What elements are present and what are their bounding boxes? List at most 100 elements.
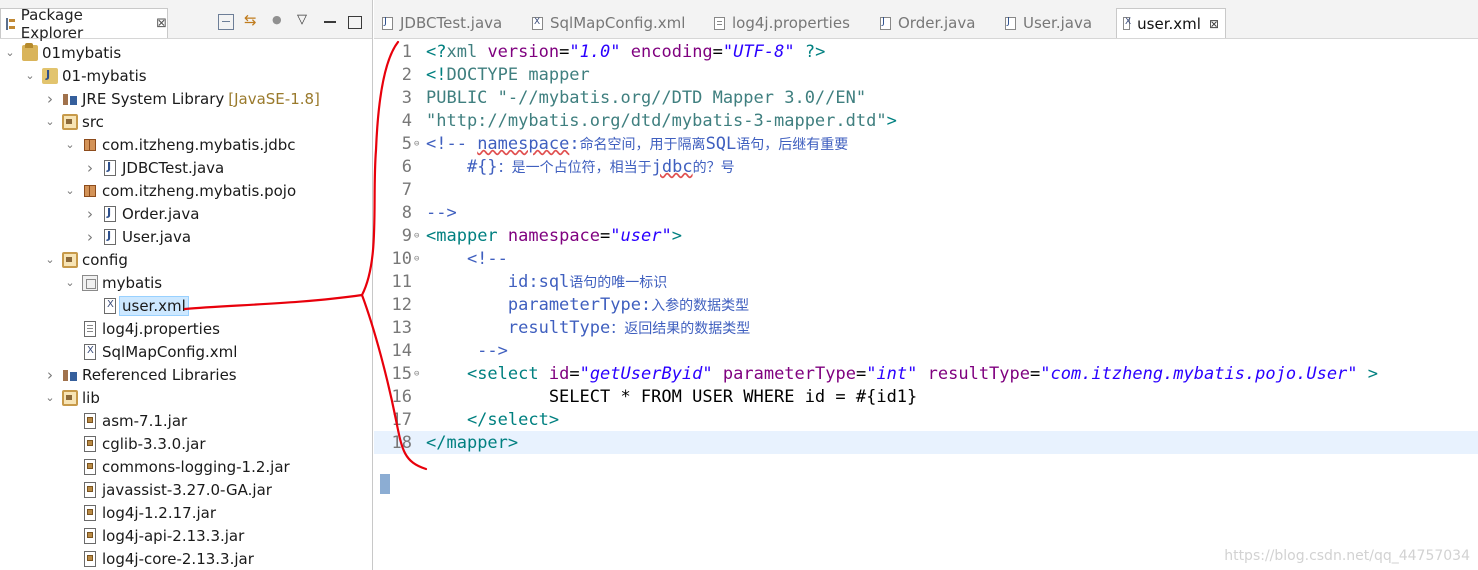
minimize-icon[interactable] xyxy=(322,14,338,30)
tree-item[interactable]: ⌄ 01-mybatis xyxy=(0,64,396,87)
chevron-right-icon[interactable]: › xyxy=(44,366,56,384)
fold-icon[interactable]: ⊖ xyxy=(414,369,426,379)
code-line[interactable]: 13 resultType：返回结果的数据类型 xyxy=(374,316,1478,339)
chevron-down-icon[interactable]: ⌄ xyxy=(44,391,56,404)
code-token: select xyxy=(487,409,549,430)
chevron-right-icon[interactable]: › xyxy=(84,205,96,223)
code-text: <!-- namespace:命名空间，用于隔离SQL语句，后继有重要 xyxy=(426,134,848,154)
tree-item[interactable]: javassist-3.27.0-GA.jar xyxy=(0,478,436,501)
code-token: "http://mybatis.org/dtd/mybatis-3-mapper… xyxy=(426,110,887,131)
code-token: id xyxy=(548,363,570,384)
code-line[interactable]: 6 #{}：是一个占位符，相当于jdbc的？号 xyxy=(374,155,1478,178)
editor-tab-label: JDBCTest.java xyxy=(400,14,503,32)
tree-item[interactable]: log4j.properties xyxy=(0,317,436,340)
code-line[interactable]: 1 <?xml version="1.0" encoding="UTF-8" ?> xyxy=(374,40,1478,63)
tree-item[interactable]: asm-7.1.jar xyxy=(0,409,436,432)
chevron-down-icon[interactable]: ⌄ xyxy=(44,115,56,128)
code-token: ：返回结果的数据类型 xyxy=(610,320,751,337)
code-line[interactable]: 17 </select> xyxy=(374,408,1478,431)
editor-tab[interactable]: log4j.properties xyxy=(708,8,872,38)
tree-item[interactable]: ⌄ src xyxy=(0,110,416,133)
code-line[interactable]: 5 ⊖ <!-- namespace:命名空间，用于隔离SQL语句，后继有重要 xyxy=(374,132,1478,155)
code-token: < xyxy=(426,363,478,384)
close-icon[interactable]: ⊠ xyxy=(156,16,167,31)
tree-item[interactable]: ⌄ 01mybatis xyxy=(0,41,376,64)
line-number: 8 xyxy=(401,202,412,223)
java-file-icon xyxy=(382,16,393,30)
chevron-right-icon[interactable]: › xyxy=(84,228,96,246)
code-line[interactable]: 18 </mapper> xyxy=(374,431,1478,454)
code-text: <!DOCTYPE mapper xyxy=(426,65,590,85)
code-line[interactable]: 11 id:sql语句的唯一标识 xyxy=(374,270,1478,293)
tree-item[interactable]: SqlMapConfig.xml xyxy=(0,340,436,363)
package-icon xyxy=(82,137,98,153)
code-token: "-//mybatis.org//DTD Mapper 3.0//EN" xyxy=(497,87,867,108)
editor-tab[interactable]: Order.java xyxy=(874,8,997,38)
chevron-right-icon[interactable]: › xyxy=(84,159,96,177)
line-number: 11 xyxy=(391,271,412,292)
code-line[interactable]: 12 parameterType:入参的数据类型 xyxy=(374,293,1478,316)
code-text: id:sql语句的唯一标识 xyxy=(426,272,667,292)
tree-item[interactable]: log4j-core-2.13.3.jar xyxy=(0,547,436,570)
collapse-all-icon[interactable] xyxy=(218,14,234,30)
line-number: 13 xyxy=(391,317,412,338)
package-explorer-title: Package Explorer xyxy=(20,5,84,42)
package-explorer-tab[interactable]: Package Explorer ⊠ xyxy=(0,6,168,42)
editor-tab[interactable]: SqlMapConfig.xml xyxy=(526,8,706,38)
code-token: "com.itzheng.mybatis.pojo.User" xyxy=(1040,363,1358,384)
tree-item[interactable]: ⌄ lib xyxy=(0,386,416,409)
editor-tab[interactable]: JDBCTest.java xyxy=(376,8,524,38)
code-token: <!-- xyxy=(426,133,478,154)
code-editor[interactable]: 1 <?xml version="1.0" encoding="UTF-8" ?>… xyxy=(374,40,1478,570)
line-number: 1 xyxy=(401,41,412,62)
fold-icon[interactable]: ⊖ xyxy=(414,231,426,241)
chevron-down-icon[interactable]: ⌄ xyxy=(44,253,56,266)
code-line[interactable]: 2 <!DOCTYPE mapper xyxy=(374,63,1478,86)
code-line[interactable]: 8 --> xyxy=(374,201,1478,224)
fold-icon[interactable]: ⊖ xyxy=(414,254,426,264)
tree-item[interactable]: log4j-1.2.17.jar xyxy=(0,501,436,524)
tree-item[interactable]: ⌄ com.itzheng.mybatis.jdbc xyxy=(0,133,436,156)
maximize-icon[interactable] xyxy=(348,16,362,29)
code-token: "int" xyxy=(866,363,918,384)
code-line[interactable]: 15 ⊖ <select id="getUserByid" parameterTy… xyxy=(374,362,1478,385)
code-token: 入参的数据类型 xyxy=(651,297,750,314)
code-line[interactable]: 14 --> xyxy=(374,339,1478,362)
chevron-down-icon[interactable]: ⌄ xyxy=(24,69,36,82)
code-line[interactable]: 4 "http://mybatis.org/dtd/mybatis-3-mappe… xyxy=(374,109,1478,132)
code-token: DOCTYPE mapper xyxy=(446,64,590,85)
code-line[interactable]: 10 ⊖ <!-- xyxy=(374,247,1478,270)
jar-file-icon xyxy=(84,550,96,567)
tree-item[interactable]: commons-logging-1.2.jar xyxy=(0,455,436,478)
tree-item[interactable]: ⌄ mybatis xyxy=(0,271,436,294)
chevron-down-icon[interactable]: ⌄ xyxy=(4,46,16,59)
chevron-down-icon[interactable]: ⌄ xyxy=(64,184,76,197)
tree-item[interactable]: ⌄ com.itzheng.mybatis.pojo xyxy=(0,179,436,202)
editor-tab-label: log4j.properties xyxy=(732,14,850,32)
tree-item[interactable]: log4j-api-2.13.3.jar xyxy=(0,524,436,547)
tree-item[interactable]: › JRE System Library [JavaSE-1.8] xyxy=(0,87,416,110)
tree-item[interactable]: ⌄ config xyxy=(0,248,416,271)
code-token: --> xyxy=(426,202,457,223)
chevron-down-icon[interactable]: ⌄ xyxy=(64,138,76,151)
code-line[interactable]: 7 xyxy=(374,178,1478,201)
code-text: "http://mybatis.org/dtd/mybatis-3-mapper… xyxy=(426,111,897,131)
editor-tab[interactable]: User.java xyxy=(999,8,1114,38)
view-menu-icon[interactable] xyxy=(296,12,312,30)
link-with-editor-icon[interactable] xyxy=(244,11,260,30)
code-line[interactable]: 9 ⊖ <mapper namespace="user"> xyxy=(374,224,1478,247)
code-line[interactable]: 16 SELECT * FROM USER WHERE id = #{id1} xyxy=(374,385,1478,408)
tree-item[interactable]: › Referenced Libraries xyxy=(0,363,416,386)
code-line[interactable]: 3 PUBLIC "-//mybatis.org//DTD Mapper 3.0/… xyxy=(374,86,1478,109)
tree-item-label: asm-7.1.jar xyxy=(102,411,188,430)
editor-tab[interactable]: user.xml ⊠ xyxy=(1116,8,1226,38)
focus-icon[interactable] xyxy=(270,13,286,30)
fold-icon[interactable]: ⊖ xyxy=(414,139,426,149)
close-icon[interactable]: ⊠ xyxy=(1209,17,1219,31)
tree-item[interactable]: cglib-3.3.0.jar xyxy=(0,432,436,455)
chevron-right-icon[interactable]: › xyxy=(44,90,56,108)
code-token: encoding xyxy=(630,41,713,62)
chevron-down-icon[interactable]: ⌄ xyxy=(64,276,76,289)
code-token: > xyxy=(1367,363,1379,384)
package-explorer-panel: Package Explorer ⊠ ⌄ 01mybatis ⌄ 01-mybatis… xyxy=(0,0,373,570)
